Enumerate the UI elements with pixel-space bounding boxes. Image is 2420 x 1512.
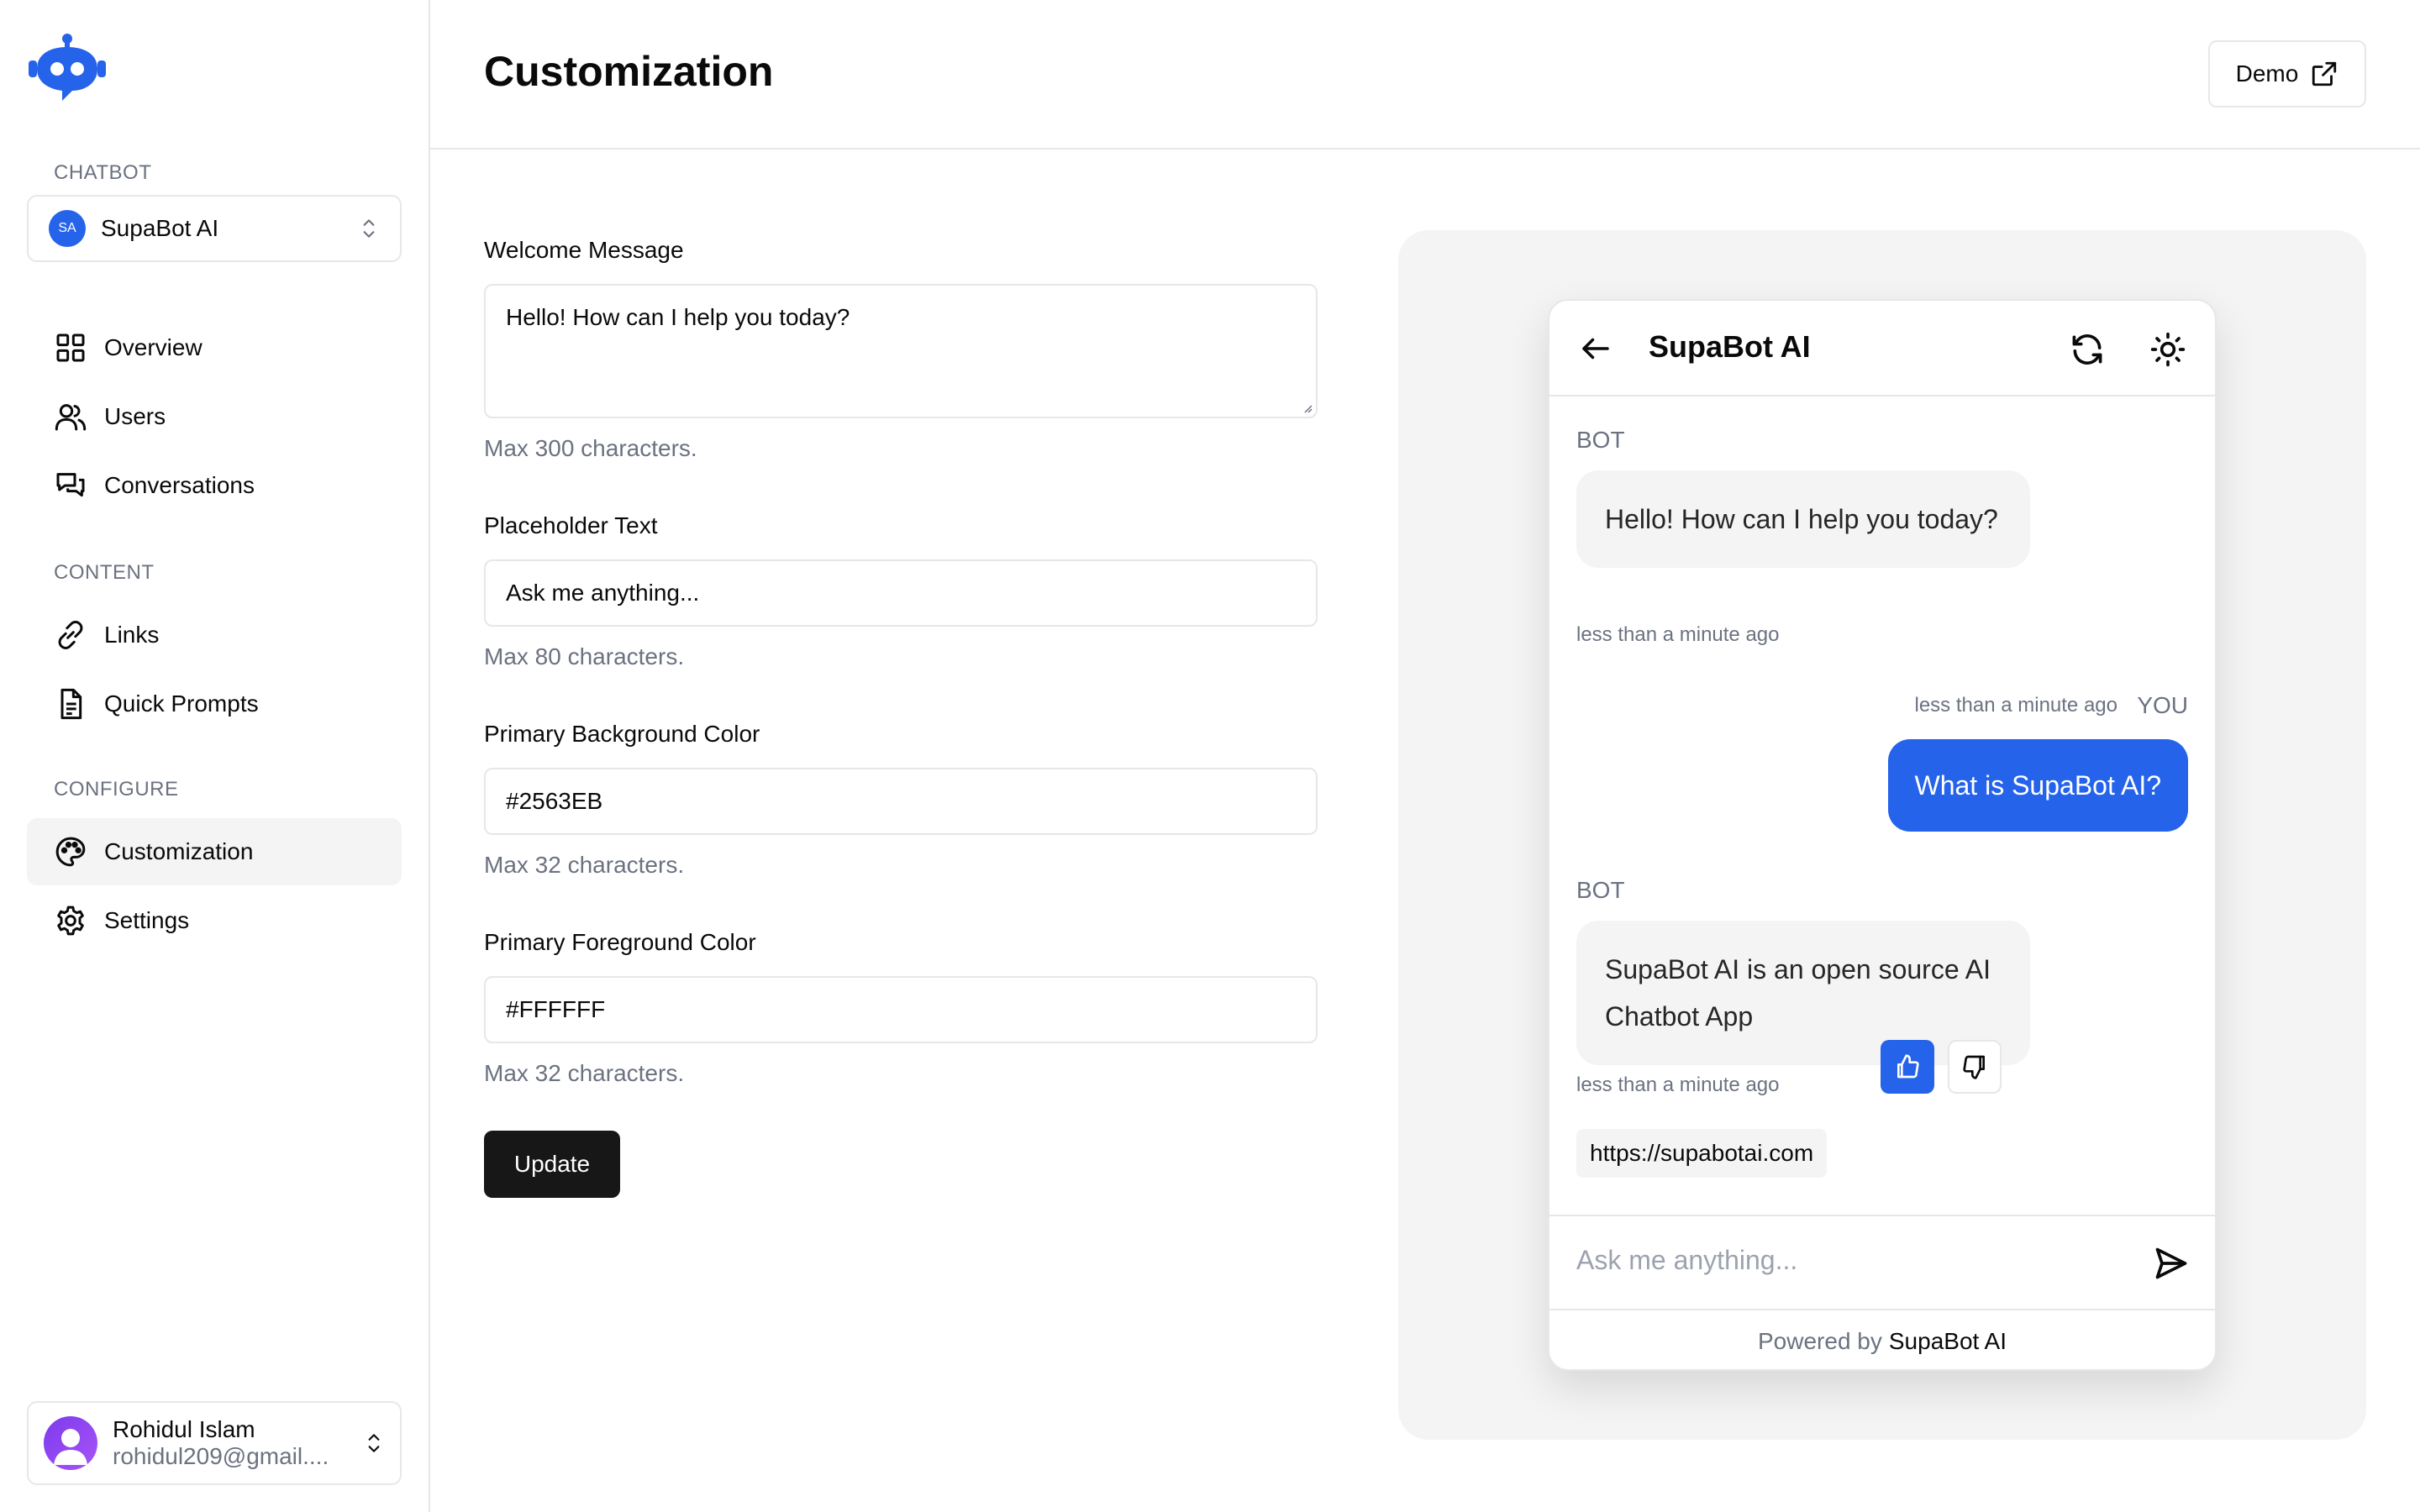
sidebar-item-users[interactable]: Users bbox=[27, 383, 402, 450]
sidebar-item-settings[interactable]: Settings bbox=[27, 887, 402, 954]
message-role-bot: BOT bbox=[1576, 877, 1625, 903]
powered-by-brand[interactable]: SupaBot AI bbox=[1889, 1328, 2007, 1355]
welcome-message-help: Max 300 characters. bbox=[484, 435, 697, 461]
sidebar-item-label: Settings bbox=[104, 907, 190, 933]
user-name: Rohidul Islam bbox=[113, 1416, 255, 1442]
sidebar-item-links[interactable]: Links bbox=[27, 601, 402, 669]
sidebar-item-overview[interactable]: Overview bbox=[27, 314, 402, 381]
chatbot-selector[interactable]: SA SupaBot AI bbox=[27, 195, 402, 262]
sidebar-item-label: Overview bbox=[104, 334, 203, 360]
resize-grip-icon[interactable] bbox=[1302, 403, 1313, 413]
link-icon bbox=[58, 621, 83, 649]
sidebar-item-quick-prompts[interactable]: Quick Prompts bbox=[27, 670, 402, 738]
sidebar-item-customization[interactable]: Customization bbox=[27, 818, 402, 885]
user-avatar-icon bbox=[54, 1429, 87, 1465]
placeholder-text-help: Max 80 characters. bbox=[484, 643, 685, 669]
message-timestamp: less than a minute ago bbox=[1576, 1074, 1780, 1096]
send-icon[interactable] bbox=[2153, 1245, 2190, 1282]
message-timestamp: less than a minute ago bbox=[1914, 694, 2118, 717]
gear-icon bbox=[57, 906, 84, 936]
robot-logo-icon[interactable] bbox=[25, 32, 109, 102]
page-title: Customization bbox=[484, 48, 774, 95]
bot-avatar: SA bbox=[49, 210, 86, 247]
bot-select-name: SupaBot AI bbox=[101, 215, 219, 241]
demo-button[interactable]: Demo bbox=[2208, 40, 2366, 108]
primary-foreground-color-help: Max 32 characters. bbox=[484, 1060, 685, 1086]
chat-header: SupaBot AI bbox=[1549, 301, 2215, 396]
user-message-bubble: What is SupaBot AI? bbox=[1887, 739, 2188, 832]
thumbs-up-button[interactable] bbox=[1881, 1040, 1934, 1094]
grid-icon bbox=[56, 333, 85, 362]
chevron-up-down-icon bbox=[363, 219, 375, 238]
user-email: rohidul209@gmail.... bbox=[113, 1443, 329, 1469]
sidebar-item-label: Customization bbox=[104, 838, 254, 864]
page-header: Customization Demo bbox=[430, 0, 2420, 150]
message-role-bot: BOT bbox=[1576, 427, 1625, 453]
chat-title: SupaBot AI bbox=[1649, 329, 1811, 364]
thumbs-down-button[interactable] bbox=[1948, 1040, 2002, 1094]
chevron-up-down-icon bbox=[368, 1434, 380, 1452]
chatbot-section-label: CHATBOT bbox=[54, 161, 152, 184]
placeholder-text-label: Placeholder Text bbox=[484, 512, 658, 538]
thumbs-down-icon bbox=[1963, 1055, 1985, 1079]
refresh-icon[interactable] bbox=[2069, 331, 2106, 368]
sidebar-item-label: Conversations bbox=[104, 472, 255, 498]
welcome-message-value: Hello! How can I help you today? bbox=[506, 304, 850, 330]
source-link-chip[interactable]: https://supabotai.com bbox=[1576, 1129, 1828, 1178]
external-link-icon bbox=[2312, 61, 2337, 87]
chat-message-input[interactable]: Ask me anything... bbox=[1576, 1245, 1797, 1276]
chat-input-row: Ask me anything... bbox=[1549, 1215, 2215, 1309]
configure-section-label: CONFIGURE bbox=[54, 778, 179, 801]
powered-by-text: Powered by bbox=[1758, 1328, 1882, 1354]
powered-by-footer: Powered by SupaBot AI bbox=[1549, 1309, 2215, 1369]
primary-background-color-label: Primary Background Color bbox=[484, 721, 760, 747]
arrow-left-icon[interactable] bbox=[1578, 331, 1613, 366]
document-icon bbox=[60, 688, 82, 720]
thumbs-up-icon bbox=[1897, 1054, 1919, 1079]
primary-background-color-input[interactable]: #2563EB bbox=[484, 768, 1318, 835]
primary-foreground-color-label: Primary Foreground Color bbox=[484, 929, 756, 955]
message-role-you: YOU bbox=[2137, 692, 2188, 718]
users-icon bbox=[55, 404, 87, 431]
content-section-label: CONTENT bbox=[54, 561, 155, 584]
sidebar-item-conversations[interactable]: Conversations bbox=[27, 452, 402, 519]
update-button[interactable]: Update bbox=[484, 1131, 620, 1198]
avatar bbox=[44, 1416, 97, 1470]
placeholder-text-input[interactable]: Ask me anything... bbox=[484, 559, 1318, 627]
sidebar: CHATBOT SA SupaBot AI Overview Users Con… bbox=[0, 0, 430, 1512]
message-timestamp: less than a minute ago bbox=[1576, 623, 1780, 646]
welcome-message-textarea[interactable]: Hello! How can I help you today? bbox=[484, 284, 1318, 418]
palette-icon bbox=[55, 837, 86, 867]
sun-icon[interactable] bbox=[2149, 331, 2186, 368]
sidebar-item-label: Users bbox=[104, 403, 166, 429]
bot-message-bubble: Hello! How can I help you today? bbox=[1576, 470, 2030, 568]
primary-foreground-color-input[interactable]: #FFFFFF bbox=[484, 976, 1318, 1043]
user-account-menu[interactable]: Rohidul Islam rohidul209@gmail.... bbox=[27, 1401, 402, 1485]
sidebar-item-label: Links bbox=[104, 622, 160, 648]
welcome-message-label: Welcome Message bbox=[484, 237, 684, 263]
chat-widget-preview: SupaBot AI BOT Hello! How can I help you… bbox=[1548, 299, 2217, 1371]
conversations-icon bbox=[56, 473, 85, 497]
primary-background-color-help: Max 32 characters. bbox=[484, 852, 685, 878]
demo-button-label: Demo bbox=[2235, 60, 2299, 87]
sidebar-item-label: Quick Prompts bbox=[104, 690, 259, 717]
